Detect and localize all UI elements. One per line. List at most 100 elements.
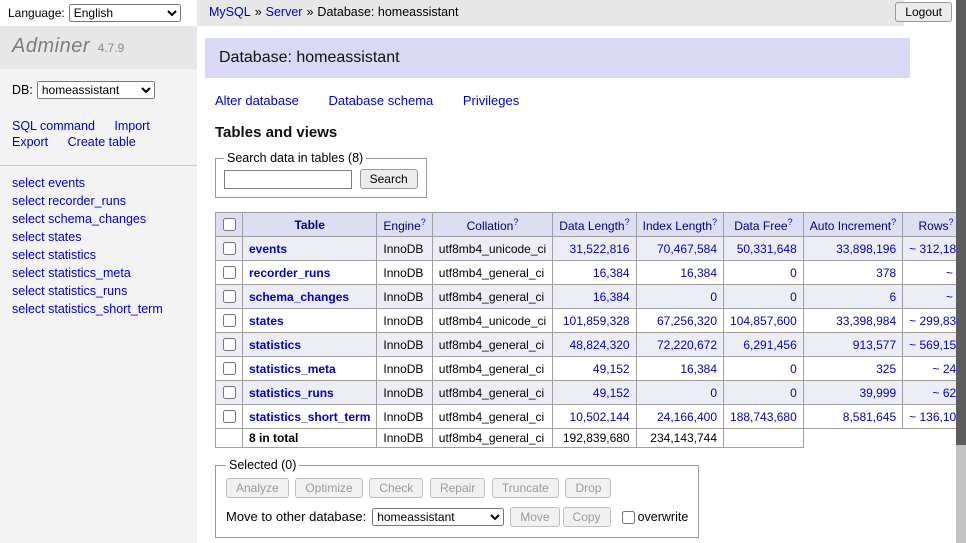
data-free-link[interactable]: 0 bbox=[790, 362, 797, 376]
check-button[interactable]: Check bbox=[369, 478, 423, 498]
row-checkbox[interactable] bbox=[223, 290, 236, 303]
auto-increment-link[interactable]: 325 bbox=[876, 362, 896, 376]
data-free-column-link[interactable]: Data Free bbox=[734, 219, 787, 233]
sidebar-link-export[interactable]: Export bbox=[12, 135, 48, 149]
privileges-link[interactable]: Privileges bbox=[463, 93, 519, 108]
index-length-link[interactable]: 0 bbox=[710, 290, 717, 304]
table-name-link[interactable]: statistics_runs bbox=[249, 386, 334, 400]
sidebar-item-select-schema-changes[interactable]: select schema_changes bbox=[12, 212, 146, 226]
row-checkbox[interactable] bbox=[223, 338, 236, 351]
language-select[interactable]: English bbox=[69, 4, 181, 22]
data-length-link[interactable]: 49,152 bbox=[593, 386, 630, 400]
auto-increment-link[interactable]: 913,577 bbox=[853, 338, 896, 352]
data-length-link[interactable]: 49,152 bbox=[593, 362, 630, 376]
rows-count-link[interactable]: ~ 312,180 bbox=[909, 242, 963, 256]
sidebar-link-import[interactable]: Import bbox=[114, 119, 149, 133]
move-database-select[interactable]: homeassistant bbox=[372, 508, 504, 526]
sidebar-item-select-states[interactable]: select states bbox=[12, 230, 81, 244]
table-name-link[interactable]: states bbox=[249, 314, 284, 328]
rows-count-link[interactable]: ~ 569,159 bbox=[909, 338, 963, 352]
data-free-link[interactable]: 0 bbox=[790, 386, 797, 400]
auto-increment-column-link[interactable]: Auto Increment bbox=[810, 219, 891, 233]
move-button[interactable]: Move bbox=[510, 507, 559, 527]
auto-increment-link[interactable]: 33,398,984 bbox=[836, 314, 896, 328]
auto-increment-link[interactable]: 378 bbox=[876, 266, 896, 280]
row-checkbox[interactable] bbox=[223, 314, 236, 327]
db-select[interactable]: homeassistant bbox=[37, 81, 155, 99]
data-length-help-link[interactable]: ? bbox=[625, 217, 630, 227]
auto-increment-help-link[interactable]: ? bbox=[891, 217, 896, 227]
index-length-link[interactable]: 0 bbox=[710, 386, 717, 400]
index-length-link[interactable]: 70,467,584 bbox=[657, 242, 717, 256]
search-button[interactable]: Search bbox=[360, 169, 418, 189]
auto-increment-link[interactable]: 39,999 bbox=[859, 386, 896, 400]
table-column-link[interactable]: Table bbox=[294, 218, 324, 232]
index-length-link[interactable]: 16,384 bbox=[680, 362, 717, 376]
sidebar-item-select-statistics[interactable]: select statistics bbox=[12, 248, 96, 262]
rows-column-link[interactable]: Rows bbox=[919, 219, 949, 233]
breadcrumb-server-link[interactable]: Server bbox=[266, 5, 303, 19]
rows-help-link[interactable]: ? bbox=[949, 217, 954, 227]
select-all-checkbox[interactable] bbox=[223, 218, 236, 231]
database-schema-link[interactable]: Database schema bbox=[328, 93, 433, 108]
data-free-link[interactable]: 188,743,680 bbox=[730, 410, 797, 424]
row-checkbox[interactable] bbox=[223, 242, 236, 255]
data-length-link[interactable]: 48,824,320 bbox=[570, 338, 630, 352]
auto-increment-link[interactable]: 33,898,196 bbox=[836, 242, 896, 256]
data-free-help-link[interactable]: ? bbox=[788, 217, 793, 227]
copy-button[interactable]: Copy bbox=[563, 507, 611, 527]
table-name-link[interactable]: recorder_runs bbox=[249, 266, 330, 280]
data-length-link[interactable]: 16,384 bbox=[593, 266, 630, 280]
table-name-link[interactable]: statistics bbox=[249, 338, 301, 352]
search-input[interactable] bbox=[224, 170, 352, 189]
rows-count-link[interactable]: ~ 299,833 bbox=[909, 314, 963, 328]
overwrite-checkbox[interactable] bbox=[622, 511, 635, 524]
repair-button[interactable]: Repair bbox=[430, 478, 485, 498]
alter-database-link[interactable]: Alter database bbox=[215, 93, 299, 108]
row-checkbox[interactable] bbox=[223, 362, 236, 375]
index-length-link[interactable]: 67,256,320 bbox=[657, 314, 717, 328]
sidebar-item-select-events[interactable]: select events bbox=[12, 176, 85, 190]
row-checkbox[interactable] bbox=[223, 410, 236, 423]
data-free-link[interactable]: 50,331,648 bbox=[737, 242, 797, 256]
index-length-help-link[interactable]: ? bbox=[712, 217, 717, 227]
sidebar-item-select-statistics-meta[interactable]: select statistics_meta bbox=[12, 266, 131, 280]
engine-column-link[interactable]: Engine bbox=[383, 219, 420, 233]
drop-button[interactable]: Drop bbox=[565, 478, 611, 498]
data-length-link[interactable]: 10,502,144 bbox=[570, 410, 630, 424]
sidebar-link-sql-command[interactable]: SQL command bbox=[12, 119, 95, 133]
engine-help-link[interactable]: ? bbox=[421, 217, 426, 227]
breadcrumb-mysql-link[interactable]: MySQL bbox=[209, 5, 251, 19]
data-length-link[interactable]: 31,522,816 bbox=[570, 242, 630, 256]
adminer-logo[interactable]: Adminer bbox=[12, 35, 90, 57]
sidebar-item-select-statistics-runs[interactable]: select statistics_runs bbox=[12, 284, 127, 298]
auto-increment-link[interactable]: 8,581,645 bbox=[843, 410, 896, 424]
data-length-link[interactable]: 101,859,328 bbox=[563, 314, 630, 328]
rows-count-link[interactable]: ~ 136,108 bbox=[909, 410, 963, 424]
table-name-link[interactable]: statistics_short_term bbox=[249, 410, 370, 424]
data-length-link[interactable]: 16,384 bbox=[593, 290, 630, 304]
data-length-column-link[interactable]: Data Length bbox=[559, 219, 624, 233]
index-length-column-link[interactable]: Index Length bbox=[643, 219, 712, 233]
data-free-link[interactable]: 104,857,600 bbox=[730, 314, 797, 328]
index-length-link[interactable]: 24,166,400 bbox=[657, 410, 717, 424]
sidebar-item-select-statistics-short-term[interactable]: select statistics_short_term bbox=[12, 302, 163, 316]
table-name-link[interactable]: events bbox=[249, 242, 287, 256]
truncate-button[interactable]: Truncate bbox=[492, 478, 559, 498]
table-name-link[interactable]: statistics_meta bbox=[249, 362, 336, 376]
sidebar-item-select-recorder-runs[interactable]: select recorder_runs bbox=[12, 194, 126, 208]
index-length-link[interactable]: 72,220,672 bbox=[657, 338, 717, 352]
sidebar-link-create-table[interactable]: Create table bbox=[68, 135, 136, 149]
collation-column-link[interactable]: Collation bbox=[467, 219, 514, 233]
analyze-button[interactable]: Analyze bbox=[226, 478, 289, 498]
vertical-scrollbar[interactable] bbox=[956, 0, 966, 543]
data-free-link[interactable]: 0 bbox=[790, 266, 797, 280]
collation-help-link[interactable]: ? bbox=[513, 217, 518, 227]
data-free-link[interactable]: 6,291,456 bbox=[743, 338, 796, 352]
index-length-link[interactable]: 16,384 bbox=[680, 266, 717, 280]
row-checkbox[interactable] bbox=[223, 386, 236, 399]
table-name-link[interactable]: schema_changes bbox=[249, 290, 349, 304]
scrollbar-thumb[interactable] bbox=[956, 0, 966, 445]
auto-increment-link[interactable]: 6 bbox=[889, 290, 896, 304]
logout-button[interactable]: Logout bbox=[895, 2, 952, 22]
